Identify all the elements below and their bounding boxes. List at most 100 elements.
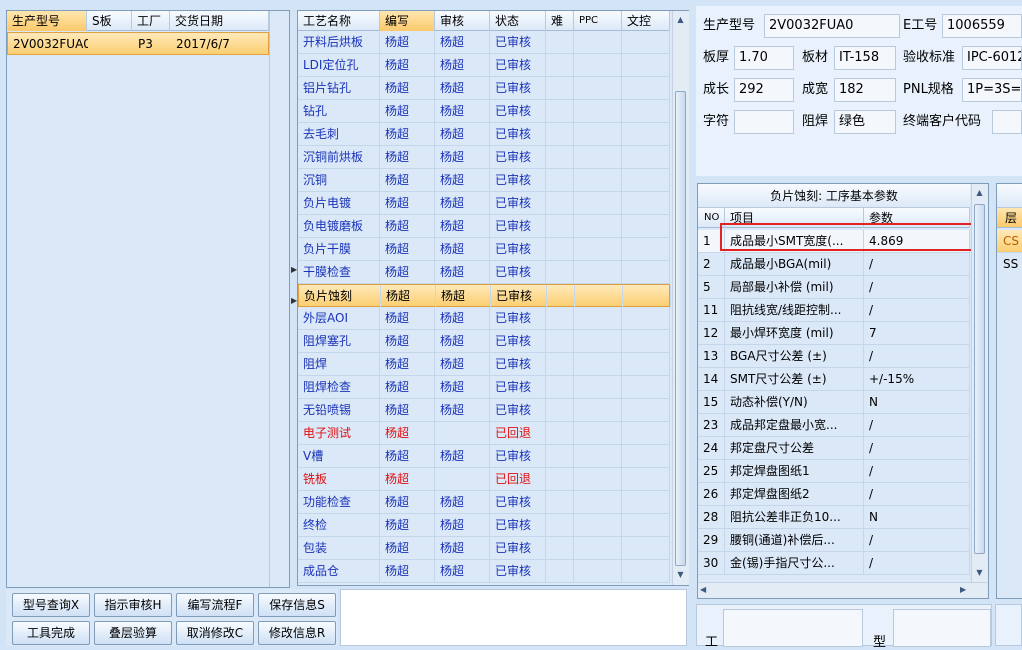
width-field[interactable]: 182 bbox=[834, 78, 896, 102]
table-row[interactable]: 阻焊塞孔 杨超 杨超 已审核 bbox=[298, 330, 670, 353]
table-row[interactable]: 功能检查 杨超 杨超 已审核 bbox=[298, 491, 670, 514]
table-row[interactable]: 负片电镀 杨超 杨超 已审核 bbox=[298, 192, 670, 215]
table-row[interactable]: 13 BGA尺寸公差 (±) / bbox=[698, 345, 970, 368]
table-row[interactable]: 29 腰铜(通道)补偿后... / bbox=[698, 529, 970, 552]
table-row[interactable]: 成品仓 杨超 杨超 已审核 bbox=[298, 560, 670, 583]
layer-row[interactable]: SS bbox=[997, 253, 1022, 276]
table-row[interactable]: 5 局部最小补偿 (mil) / bbox=[698, 276, 970, 299]
scroll-up-icon[interactable]: ▲ bbox=[674, 13, 687, 27]
table-row[interactable]: 终检 杨超 杨超 已审核 bbox=[298, 514, 670, 537]
bottom-right-left-panel: 工 型 bbox=[696, 604, 992, 650]
table-row[interactable]: 12 最小焊环宽度 (mil) 7 bbox=[698, 322, 970, 345]
standard-field[interactable]: IPC-6012 bbox=[962, 46, 1022, 70]
value-cell: N bbox=[864, 391, 970, 413]
table-row[interactable]: 负片干膜 杨超 杨超 已审核 bbox=[298, 238, 670, 261]
col-process-name[interactable]: 工艺名称 bbox=[298, 11, 380, 31]
table-row[interactable]: 负电镀磨板 杨超 杨超 已审核 bbox=[298, 215, 670, 238]
author-cell: 杨超 bbox=[380, 399, 435, 421]
material-field[interactable]: IT-158 bbox=[834, 46, 896, 70]
scroll-left-icon[interactable]: ◀ bbox=[700, 585, 706, 594]
col-difficulty[interactable]: 难 bbox=[546, 11, 574, 31]
name-cell: 沉铜 bbox=[298, 169, 380, 191]
table-row[interactable]: V槽 杨超 杨超 已审核 bbox=[298, 445, 670, 468]
table-row[interactable]: 沉铜前烘板 杨超 杨超 已审核 bbox=[298, 146, 670, 169]
col-status[interactable]: 状态 bbox=[490, 11, 546, 31]
table-row[interactable]: 23 成品邦定盘最小宽... / bbox=[698, 414, 970, 437]
empty-cell bbox=[574, 445, 622, 467]
thickness-field[interactable]: 1.70 bbox=[734, 46, 794, 70]
table-row[interactable]: 外层AOI 杨超 杨超 已审核 bbox=[298, 307, 670, 330]
col-reviewer[interactable]: 审核 bbox=[435, 11, 490, 31]
author-cell: 杨超 bbox=[380, 353, 435, 375]
scroll-up-icon[interactable]: ▲ bbox=[973, 186, 986, 200]
col-delivery[interactable]: 交货日期 bbox=[170, 11, 269, 31]
empty-cell bbox=[546, 376, 574, 398]
char-field[interactable] bbox=[734, 110, 794, 134]
table-row[interactable]: 负片蚀刻 杨超 杨超 已审核 bbox=[298, 284, 671, 307]
edit-info-button[interactable]: 修改信息R bbox=[258, 621, 336, 645]
table-row[interactable]: 2V0032FUA0 P3 2017/6/7 bbox=[7, 32, 269, 55]
table-row[interactable]: 铣板 杨超 已回退 bbox=[298, 468, 670, 491]
table-row[interactable]: 干膜检查 杨超 杨超 已审核 bbox=[298, 261, 670, 284]
table-row[interactable]: LDI定位孔 杨超 杨超 已审核 bbox=[298, 54, 670, 77]
layers-header[interactable]: 层 bbox=[997, 208, 1022, 228]
edit-flow-button[interactable]: 编写流程F bbox=[176, 593, 254, 617]
customer-field[interactable] bbox=[992, 110, 1022, 134]
cancel-edit-button[interactable]: 取消修改C bbox=[176, 621, 254, 645]
table-row[interactable]: 30 金(锡)手指尺寸公... / bbox=[698, 552, 970, 575]
reviewer-cell: 杨超 bbox=[435, 169, 490, 191]
empty-cell bbox=[574, 399, 622, 421]
table-row[interactable]: 阻焊 杨超 杨超 已审核 bbox=[298, 353, 670, 376]
table-row[interactable]: 阻焊检查 杨超 杨超 已审核 bbox=[298, 376, 670, 399]
table-row[interactable]: 电子测试 杨超 已回退 bbox=[298, 422, 670, 445]
table-row[interactable]: 包装 杨超 杨超 已审核 bbox=[298, 537, 670, 560]
eno-field[interactable]: 1006559 bbox=[942, 14, 1022, 38]
scroll-right-icon[interactable]: ▶ bbox=[960, 585, 966, 594]
params-hscrollbar[interactable]: ◀ ▶ bbox=[698, 582, 987, 598]
params-scrollbar[interactable]: ▲ ▼ bbox=[971, 184, 988, 582]
table-row[interactable]: 26 邦定焊盘图纸2/ bbox=[698, 483, 970, 506]
empty-cell bbox=[622, 238, 670, 260]
table-row[interactable]: 铝片钻孔 杨超 杨超 已审核 bbox=[298, 77, 670, 100]
col-ppc[interactable]: PPC bbox=[574, 11, 622, 31]
col-model[interactable]: 生产型号 bbox=[7, 11, 87, 31]
length-label: 成长 bbox=[703, 82, 730, 97]
pnl-field[interactable]: 1P=3S=2 bbox=[962, 78, 1022, 102]
status-cell: 已审核 bbox=[490, 54, 546, 76]
table-row[interactable]: 11 阻抗线宽/线距控制... / bbox=[698, 299, 970, 322]
model-query-button[interactable]: 型号查询X bbox=[12, 593, 90, 617]
table-row[interactable]: 15 动态补偿(Y/N) N bbox=[698, 391, 970, 414]
scroll-thumb[interactable] bbox=[675, 91, 686, 566]
layer-row[interactable]: CS bbox=[997, 230, 1022, 253]
process-scrollbar[interactable]: ▲ ▼ bbox=[672, 11, 689, 585]
col-doc-control[interactable]: 文控 bbox=[622, 11, 670, 31]
review-instruction-button[interactable]: 指示审核H bbox=[94, 593, 172, 617]
bottom-field-left[interactable] bbox=[723, 609, 863, 647]
table-row[interactable]: 无铅喷锡 杨超 杨超 已审核 bbox=[298, 399, 670, 422]
table-row[interactable]: 25 邦定焊盘图纸1/ bbox=[698, 460, 970, 483]
table-row[interactable]: 开料后烘板 杨超 杨超 已审核 bbox=[298, 31, 670, 54]
tool-complete-button[interactable]: 工具完成 bbox=[12, 621, 90, 645]
empty-cell bbox=[546, 353, 574, 375]
process-table-panel: 工艺名称 编写 审核 状态 难 PPC 文控 开料后烘板 杨超 杨超 已审核 LDI定位… bbox=[297, 10, 689, 586]
table-row[interactable]: 沉铜 杨超 杨超 已审核 bbox=[298, 169, 670, 192]
scroll-thumb[interactable] bbox=[974, 204, 985, 554]
col-author[interactable]: 编写 bbox=[380, 11, 435, 31]
item-cell: 动态补偿(Y/N) bbox=[725, 391, 864, 413]
table-row[interactable]: 去毛刺 杨超 杨超 已审核 bbox=[298, 123, 670, 146]
col-s-board[interactable]: S板 bbox=[87, 11, 132, 31]
length-field[interactable]: 292 bbox=[734, 78, 794, 102]
save-info-button[interactable]: 保存信息S bbox=[258, 593, 336, 617]
bottom-field-right[interactable] bbox=[893, 609, 991, 647]
scroll-down-icon[interactable]: ▼ bbox=[674, 568, 687, 582]
scroll-down-icon[interactable]: ▼ bbox=[973, 566, 986, 580]
table-row[interactable]: 钻孔 杨超 杨超 已审核 bbox=[298, 100, 670, 123]
table-row[interactable]: 24 邦定盘尺寸公差 / bbox=[698, 437, 970, 460]
table-row[interactable]: 14 SMT尺寸公差 (±) +/-15% bbox=[698, 368, 970, 391]
stackup-check-button[interactable]: 叠层验算 bbox=[94, 621, 172, 645]
table-row[interactable]: 28 阻抗公差非正负10... N bbox=[698, 506, 970, 529]
mask-field[interactable]: 绿色 bbox=[834, 110, 896, 134]
col-factory[interactable]: 工厂 bbox=[132, 11, 170, 31]
model-field[interactable]: 2V0032FUA0 bbox=[764, 14, 900, 38]
table-row[interactable]: 2 成品最小BGA(mil) / bbox=[698, 253, 970, 276]
